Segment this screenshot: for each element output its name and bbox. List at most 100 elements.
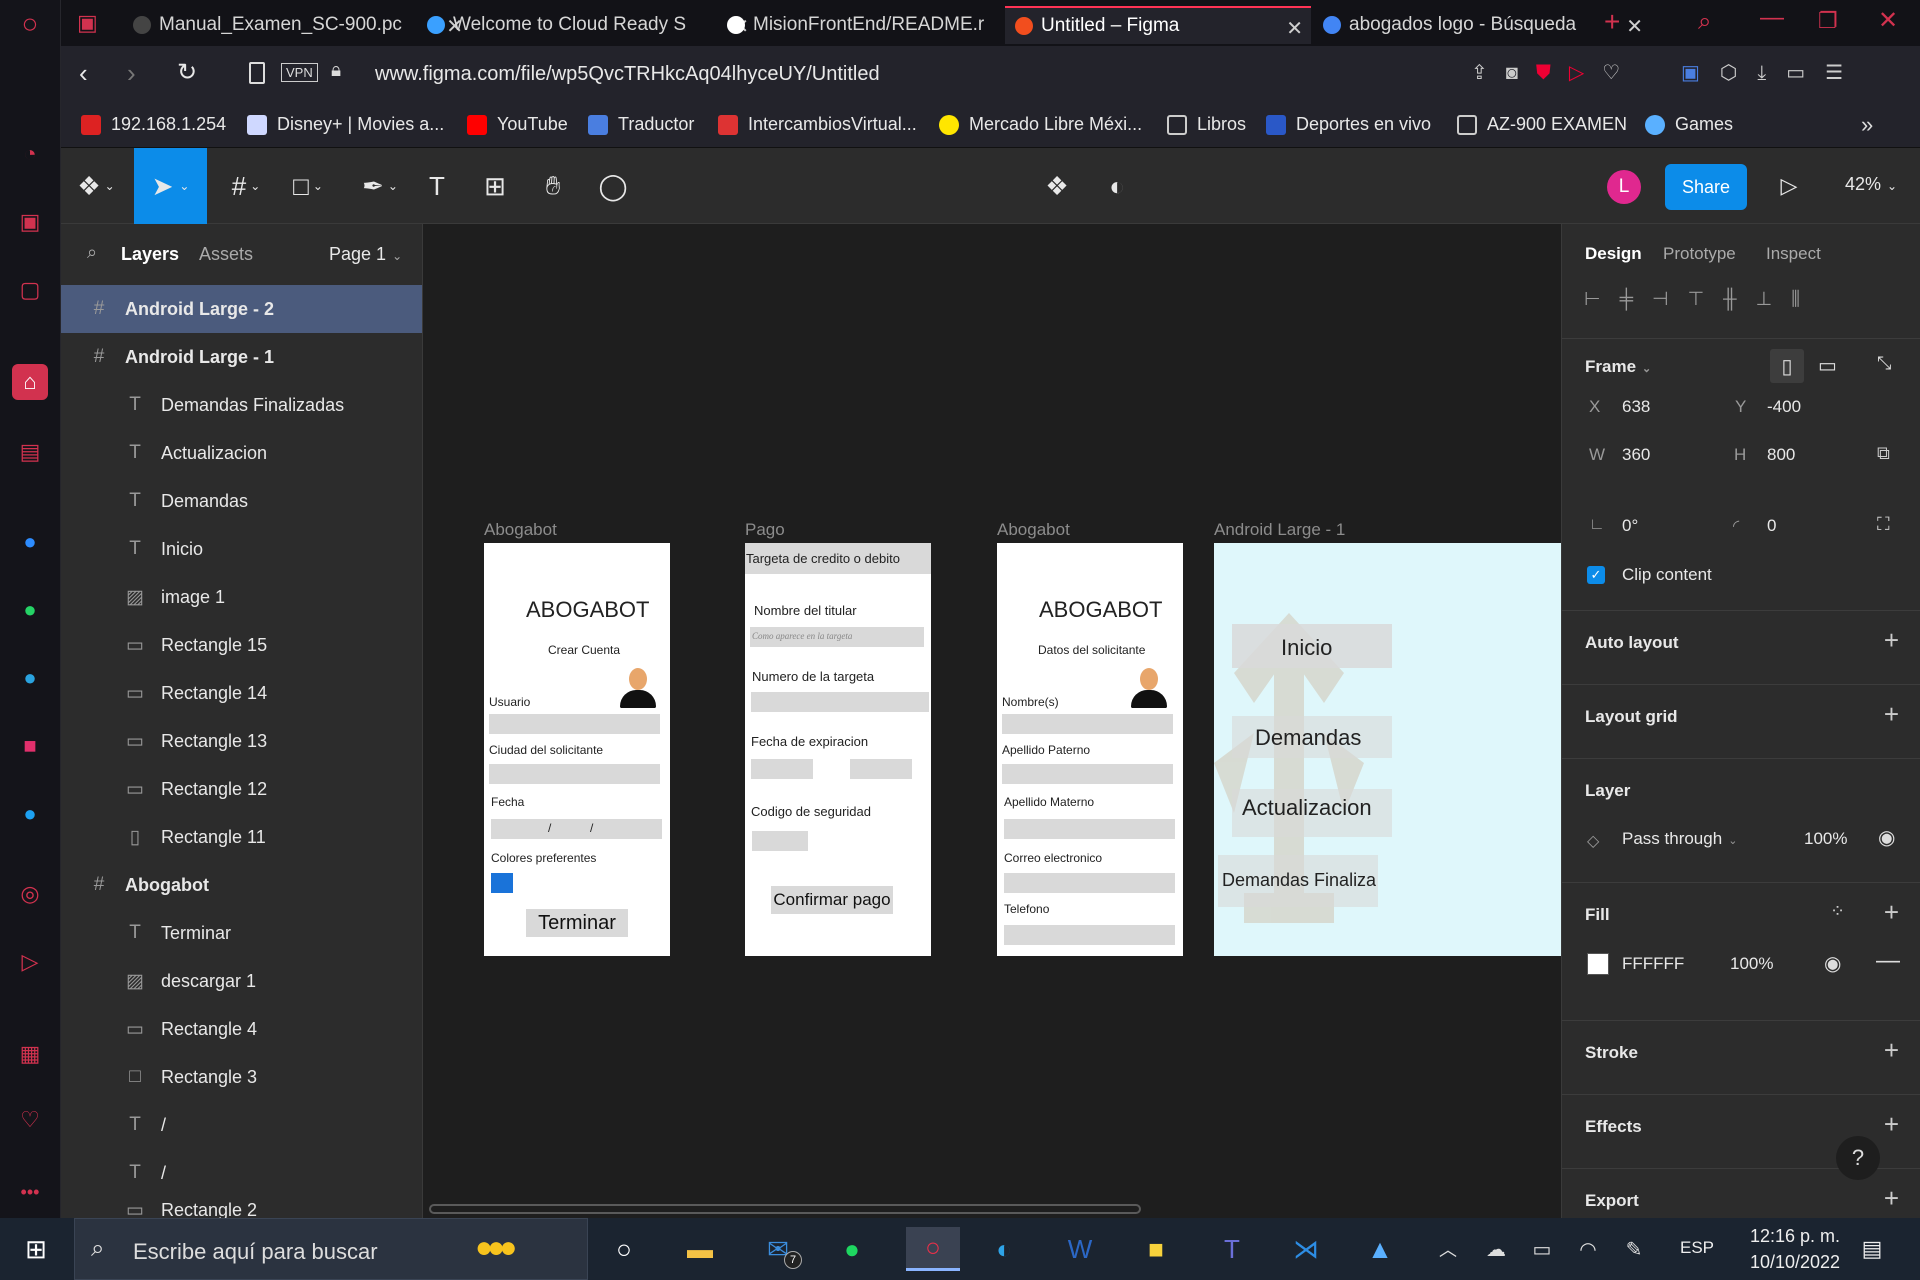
canvas-horizontal-scrollbar[interactable] (429, 1204, 1141, 1214)
tab-cloud-ready[interactable]: Welcome to Cloud Ready S✕ (417, 6, 757, 44)
gamepad-icon[interactable]: ▣ (77, 10, 98, 36)
player-icon[interactable]: ◎ (12, 876, 48, 912)
align-top-icon[interactable]: ⊤ (1688, 289, 1724, 310)
frame-android-large-1[interactable]: Inicio Demandas Actualizacion Demandas F… (1214, 543, 1561, 956)
menu-actualizacion[interactable]: Actualizacion (1242, 795, 1372, 821)
layer-row[interactable]: T / (61, 1101, 422, 1149)
input-language[interactable]: ESP (1680, 1238, 1714, 1258)
rectangle-tool-icon[interactable]: □ ⌄ (283, 148, 333, 224)
avatar[interactable]: L (1607, 170, 1641, 204)
flow-send-icon[interactable]: ▷ (1569, 62, 1602, 84)
tab-prototype[interactable]: Prototype (1663, 244, 1736, 264)
cortana-icon[interactable]: ○ (602, 1227, 646, 1271)
bookmark-heart-icon[interactable]: ♡ (1602, 62, 1638, 84)
tab-google[interactable]: abogados logo - Búsqueda ✕ (1313, 6, 1651, 44)
rotation-input[interactable]: 0° (1622, 516, 1638, 536)
teams-icon[interactable]: T (1210, 1227, 1254, 1271)
input-fecha[interactable] (491, 819, 662, 839)
restore-icon[interactable]: ❐ (1818, 8, 1838, 34)
adblock-icon[interactable]: ⛊ (1536, 62, 1569, 84)
bookmark-youtube[interactable]: YouTube (467, 114, 568, 135)
confirmar-pago-button[interactable]: Confirmar pago (771, 886, 893, 914)
frame-label-pago[interactable]: Pago (745, 520, 785, 540)
clipboard-icon[interactable] (249, 62, 265, 84)
independent-corners-icon[interactable]: ⛶ (1877, 514, 1890, 535)
menu-inicio[interactable]: Inicio (1281, 635, 1332, 661)
twitter-icon[interactable]: ● (12, 796, 48, 832)
bookmark-deportes[interactable]: Deportes en vivo (1266, 114, 1431, 135)
layer-row[interactable]: ▭ Rectangle 15 (61, 621, 422, 669)
tab-design[interactable]: Design (1585, 244, 1642, 264)
layer-row[interactable]: T Inicio (61, 525, 422, 573)
frame-type-dropdown[interactable]: Frame ⌄ (1585, 357, 1651, 377)
add-fill-icon[interactable]: + (1884, 897, 1899, 928)
layer-row[interactable]: ▭ Rectangle 12 (61, 765, 422, 813)
windows-start-icon[interactable]: ⊞ (14, 1227, 58, 1271)
input-anio[interactable] (850, 759, 912, 779)
frame-abogabot-crear-cuenta[interactable]: ABOGABOT Crear Cuenta Usuario Ciudad del… (484, 543, 670, 956)
frame-label-abogabot[interactable]: Abogabot (484, 520, 557, 540)
whatsapp-icon[interactable]: ● (12, 592, 48, 628)
eye-icon[interactable]: ◉ (1878, 825, 1895, 850)
add-effect-icon[interactable]: + (1884, 1109, 1899, 1140)
align-center-h-icon[interactable]: ╪ (1620, 289, 1652, 310)
layer-row[interactable]: T / (61, 1149, 422, 1197)
notifications-icon[interactable]: ▤ (1850, 1227, 1894, 1271)
terminar-button[interactable]: Terminar (526, 909, 628, 937)
clock-time[interactable]: 12:16 p. m. (1740, 1226, 1850, 1247)
bookmark-disney[interactable]: Disney+ | Movies a... (247, 114, 444, 135)
sticky-notes-icon[interactable]: ■ (1134, 1227, 1178, 1271)
layer-row[interactable]: # Android Large - 2 (61, 285, 422, 333)
add-stroke-icon[interactable]: + (1884, 1035, 1899, 1066)
taskbar-search[interactable]: ⌕ Escribe aquí para buscar ●●● (74, 1218, 588, 1280)
align-center-v-icon[interactable]: ╫ (1723, 289, 1755, 310)
input-ciudad[interactable] (489, 764, 660, 784)
resources-icon[interactable]: ⊞ (475, 148, 515, 224)
fill-hex-input[interactable]: FFFFFF (1622, 954, 1684, 974)
clock-date[interactable]: 10/10/2022 (1740, 1252, 1850, 1273)
resize-to-fit-icon[interactable]: ⤡ (1877, 353, 1891, 374)
radius-input[interactable]: 0 (1767, 516, 1776, 536)
input-telefono[interactable] (1004, 925, 1175, 945)
spotify-icon[interactable]: ● (830, 1227, 874, 1271)
input-numero-targeta[interactable] (751, 692, 929, 712)
move-tool-icon[interactable]: ➤ ⌄ (134, 148, 207, 224)
color-swatch[interactable] (491, 873, 513, 893)
extensions-icon[interactable]: ⬡ (1720, 62, 1757, 84)
align-bottom-icon[interactable]: ⊥ (1756, 289, 1792, 310)
h-input[interactable]: 800 (1767, 445, 1795, 465)
layer-row[interactable]: T Actualizacion (61, 429, 422, 477)
styles-icon[interactable]: ⁘ (1830, 901, 1845, 922)
frame-tool-icon[interactable]: # ⌄ (221, 148, 271, 224)
workspaces-icon[interactable]: ▦ (12, 1036, 48, 1072)
wifi-icon[interactable]: ◠ (1566, 1227, 1610, 1271)
constrain-proportions-icon[interactable]: ⧉ (1877, 443, 1890, 464)
opera-taskbar-icon[interactable]: ○ (906, 1227, 960, 1271)
photos-icon[interactable]: ▲ (1358, 1227, 1402, 1271)
extensions-area[interactable]: ▣⬡⤓▭☰ (1681, 60, 1863, 85)
fill-opacity-input[interactable]: 100% (1730, 954, 1773, 974)
easy-setup-icon[interactable]: ☰ (1825, 62, 1863, 84)
shopping-icon[interactable]: ▣ (12, 204, 48, 240)
help-button[interactable]: ? (1836, 1136, 1880, 1180)
more-icon[interactable]: ••• (12, 1174, 48, 1210)
hand-tool-icon[interactable]: ✋︎ (533, 148, 573, 224)
layer-row[interactable]: T Demandas (61, 477, 422, 525)
menu-demandas[interactable]: Demandas (1255, 725, 1361, 751)
share-page-icon[interactable]: ⇪ (1471, 62, 1506, 84)
text-tool-icon[interactable]: T (417, 148, 457, 224)
vpn-badge[interactable]: VPN (281, 63, 318, 82)
snapshot-icon[interactable]: ◙ (1506, 62, 1536, 84)
layer-row[interactable]: ▭ Rectangle 2 (61, 1197, 422, 1219)
layer-opacity-input[interactable]: 100% (1804, 829, 1847, 849)
bookmark-router[interactable]: 192.168.1.254 (81, 114, 226, 135)
main-menu-icon[interactable]: ❖ ⌄ (71, 148, 121, 224)
download-icon[interactable]: ⤓ (1757, 62, 1786, 84)
instagram-icon[interactable]: ■ (12, 728, 48, 764)
more-bookmarks-icon[interactable]: » (1861, 112, 1873, 138)
distribute-icon[interactable]: ⫼ (1791, 289, 1819, 310)
remove-fill-icon[interactable]: — (1876, 947, 1900, 975)
contrast-icon[interactable]: ◐ (1097, 148, 1137, 224)
favorites-icon[interactable]: ♡ (12, 1102, 48, 1138)
layer-row[interactable]: ▨ descargar 1 (61, 957, 422, 1005)
